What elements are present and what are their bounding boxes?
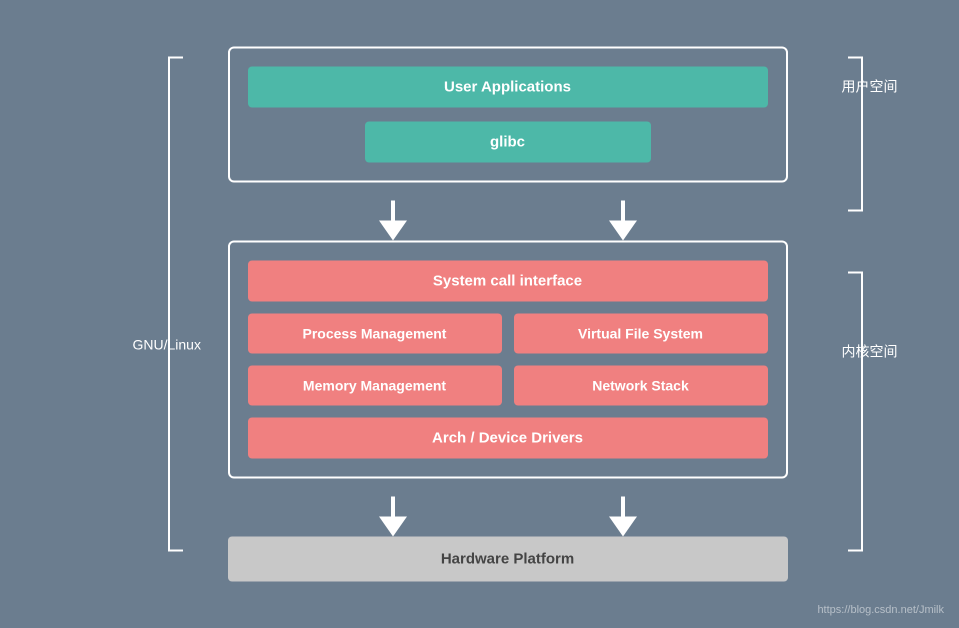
arrow-left-down-hw	[379, 517, 407, 537]
bracket-gnu-linux	[168, 57, 183, 552]
user-space-label: 用户空间	[842, 77, 898, 97]
kernel-row-2: Memory Management Network Stack	[248, 366, 768, 406]
arrows-user-to-kernel	[228, 201, 788, 241]
arch-drivers-box: Arch / Device Drivers	[248, 418, 768, 459]
glibc-box: glibc	[365, 122, 651, 163]
user-space-box: User Applications glibc	[228, 47, 788, 183]
kernel-space-label: 内核空间	[842, 342, 898, 362]
user-apps-box: User Applications	[248, 67, 768, 108]
arrow-right-down	[609, 221, 637, 241]
kernel-space-box: System call interface Process Management…	[228, 241, 788, 479]
gnu-linux-label: GNU/Linux	[133, 337, 201, 353]
bracket-kernel-space	[848, 272, 863, 552]
virtual-filesystem-box: Virtual File System	[514, 314, 768, 354]
hardware-platform-box: Hardware Platform	[228, 537, 788, 582]
kernel-row-1: Process Management Virtual File System	[248, 314, 768, 354]
network-stack-box: Network Stack	[514, 366, 768, 406]
arrows-kernel-to-hardware	[228, 497, 788, 537]
memory-management-box: Memory Management	[248, 366, 502, 406]
diagram-container: GNU/Linux 用户空间 User Applications glibc 内…	[228, 47, 788, 582]
syscall-box: System call interface	[248, 261, 768, 302]
arrow-right-down-hw	[609, 517, 637, 537]
arrow-left-down	[379, 221, 407, 241]
process-management-box: Process Management	[248, 314, 502, 354]
watermark: https://blog.csdn.net/Jmilk	[817, 604, 944, 616]
